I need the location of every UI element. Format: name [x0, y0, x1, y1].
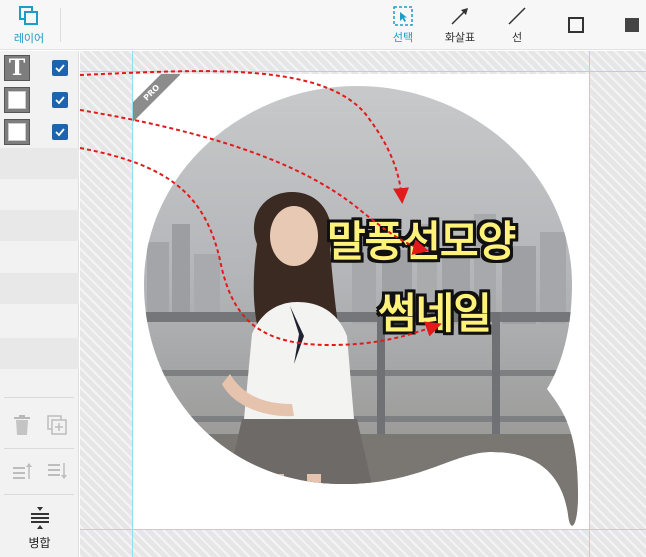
- duplicate-icon: [47, 415, 67, 435]
- rectangle-tool[interactable]: [560, 0, 592, 50]
- shape-layer-icon: [8, 91, 26, 109]
- checkmark-icon: [55, 128, 65, 137]
- move-layer-up-button[interactable]: [8, 457, 36, 485]
- guide-line-top: [80, 71, 646, 72]
- layers-icon: [19, 5, 38, 25]
- layer-row-text[interactable]: T: [0, 52, 79, 84]
- checkmark-icon: [55, 96, 65, 105]
- panel-divider: [4, 448, 74, 449]
- line-tool[interactable]: 선: [502, 0, 532, 50]
- layer-visibility-checkbox[interactable]: [52, 60, 68, 76]
- checkmark-icon: [55, 64, 65, 73]
- filled-square-icon: [625, 18, 639, 32]
- merge-layers-button[interactable]: [26, 505, 54, 531]
- empty-layer-slot: [0, 338, 79, 369]
- guide-line-left: [132, 51, 133, 557]
- layer-thumbnail: T: [4, 55, 30, 81]
- pro-badge-label: PRO: [132, 74, 180, 122]
- merge-label: 병합: [28, 536, 51, 550]
- move-layer-down-button[interactable]: [43, 457, 71, 485]
- arrow-icon: [451, 7, 468, 25]
- duplicate-layer-button[interactable]: [43, 411, 71, 439]
- panel-divider: [4, 494, 74, 495]
- layer-row-shape-1[interactable]: [0, 84, 79, 116]
- filled-rectangle-tool[interactable]: [618, 0, 646, 50]
- line-icon: [508, 6, 526, 25]
- title-text-line-2[interactable]: 썸네일: [378, 280, 492, 341]
- arrow-tool[interactable]: 화살표: [438, 0, 482, 50]
- canvas-workarea[interactable]: PRO: [80, 51, 646, 557]
- layers-label: 레이어: [13, 31, 45, 45]
- layers-button[interactable]: 레이어: [0, 0, 58, 50]
- design-canvas[interactable]: PRO: [132, 74, 590, 529]
- layer-row-shape-2[interactable]: [0, 116, 79, 148]
- shape-layer-icon: [8, 123, 26, 141]
- empty-layer-slot: [0, 148, 79, 179]
- layer-thumbnail: [4, 119, 30, 145]
- toolbar: 레이어 선택 화살표 선: [0, 0, 646, 50]
- move-up-icon: [13, 463, 32, 479]
- merge-icon: [31, 507, 49, 529]
- trash-icon: [14, 415, 30, 435]
- delete-layer-button[interactable]: [8, 411, 36, 439]
- text-layer-icon: T: [8, 55, 26, 81]
- empty-layer-slot: [0, 210, 79, 241]
- empty-layer-slot: [0, 273, 79, 304]
- move-down-icon: [48, 463, 67, 479]
- title-text-line-1[interactable]: 말풍선모양: [327, 208, 516, 269]
- panel-divider: [4, 397, 74, 398]
- speech-bubble-photo[interactable]: [132, 74, 590, 529]
- layers-panel: T 병합: [0, 51, 79, 557]
- select-label: 선택: [392, 30, 414, 44]
- guide-line-bottom: [80, 529, 646, 530]
- select-tool[interactable]: 선택: [386, 0, 420, 50]
- layer-visibility-checkbox[interactable]: [52, 92, 68, 108]
- arrow-label: 화살표: [444, 30, 476, 44]
- rectangle-icon: [568, 17, 584, 33]
- line-label: 선: [511, 30, 523, 44]
- layer-visibility-checkbox[interactable]: [52, 124, 68, 140]
- guide-line-right: [589, 51, 590, 557]
- toolbar-divider: [60, 8, 61, 42]
- layer-thumbnail: [4, 87, 30, 113]
- select-icon: [393, 5, 413, 26]
- pro-badge: PRO: [132, 74, 180, 122]
